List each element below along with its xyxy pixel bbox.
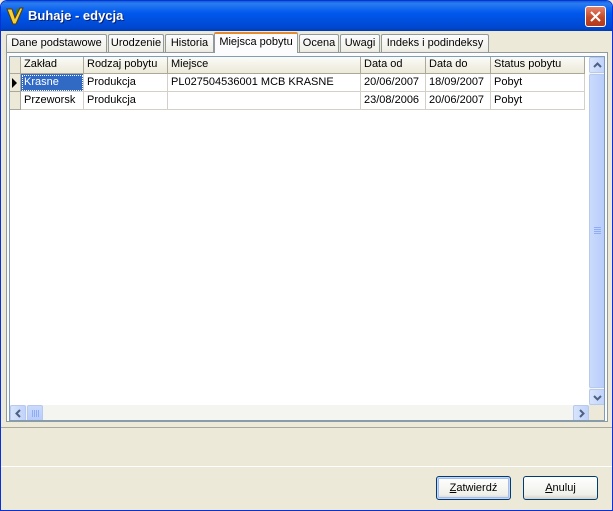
chevron-up-icon (593, 62, 602, 68)
grip-icon (32, 410, 39, 417)
table-row[interactable]: Przeworsk Produkcja 23/08/2006 20/06/200… (10, 92, 585, 110)
grid-body: Krasne Produkcja PL027504536001 MCB KRAS… (10, 74, 585, 110)
dialog-window: Buhaje - edycja Dane podstawowe Urodzeni… (0, 0, 613, 511)
column-header-zaklad[interactable]: Zakład (21, 57, 84, 74)
row-indicator-header (10, 57, 21, 74)
grid-header: Zakład Rodzaj pobytu Miejsce Data od Dat… (10, 57, 585, 74)
column-header-data-od[interactable]: Data od (361, 57, 426, 74)
data-grid[interactable]: Zakład Rodzaj pobytu Miejsce Data od Dat… (9, 56, 605, 421)
cell-data-od[interactable]: 23/08/2006 (361, 92, 426, 110)
row-pointer-icon (12, 78, 17, 88)
chevron-down-icon (593, 395, 602, 401)
scroll-right-button[interactable] (573, 405, 589, 420)
current-row-indicator[interactable] (10, 74, 21, 92)
tab-indeks-i-podindeksy[interactable]: Indeks i podindeksy (381, 34, 489, 52)
horizontal-scroll-thumb[interactable] (27, 405, 43, 420)
table-row[interactable]: Krasne Produkcja PL027504536001 MCB KRAS… (10, 74, 585, 92)
scrollbar-corner (589, 405, 604, 420)
cell-miejsce[interactable] (168, 92, 361, 110)
tab-dane-podstawowe[interactable]: Dane podstawowe (6, 34, 107, 52)
row-indicator[interactable] (10, 92, 21, 110)
cell-zaklad[interactable]: Przeworsk (21, 92, 84, 110)
confirm-button[interactable]: Zatwierdź (436, 476, 511, 500)
cell-rodzaj-pobytu[interactable]: Produkcja (84, 92, 168, 110)
app-v-logo-icon (6, 7, 24, 25)
close-icon (590, 11, 601, 22)
horizontal-scrollbar[interactable] (10, 405, 589, 420)
cell-miejsce[interactable]: PL027504536001 MCB KRASNE (168, 74, 361, 92)
cell-zaklad[interactable]: Krasne (21, 74, 84, 92)
confirm-label: atwierdź (456, 482, 498, 494)
vertical-scrollbar[interactable] (589, 57, 604, 405)
cell-status-pobytu[interactable]: Pobyt (491, 92, 585, 110)
scroll-up-button[interactable] (589, 57, 604, 73)
status-strip (1, 427, 612, 467)
column-header-miejsce[interactable]: Miejsce (168, 57, 361, 74)
close-button[interactable] (585, 6, 606, 27)
column-header-data-do[interactable]: Data do (426, 57, 491, 74)
scroll-left-button[interactable] (10, 405, 26, 420)
tab-urodzenie[interactable]: Urodzenie (108, 34, 164, 52)
tab-historia[interactable]: Historia (165, 34, 214, 52)
vertical-scroll-thumb[interactable] (589, 74, 604, 388)
window-title: Buhaje - edycja (28, 8, 124, 23)
cell-data-do[interactable]: 20/06/2007 (426, 92, 491, 110)
column-header-rodzaj-pobytu[interactable]: Rodzaj pobytu (84, 57, 168, 74)
title-bar[interactable]: Buhaje - edycja (1, 1, 612, 31)
chevron-right-icon (579, 409, 585, 418)
scroll-down-button[interactable] (589, 389, 604, 405)
cell-rodzaj-pobytu[interactable]: Produkcja (84, 74, 168, 92)
cancel-label: nuluj (552, 482, 576, 494)
cell-status-pobytu[interactable]: Pobyt (491, 74, 585, 92)
cell-data-do[interactable]: 18/09/2007 (426, 74, 491, 92)
grip-icon (594, 227, 601, 235)
tab-uwagi[interactable]: Uwagi (340, 34, 380, 52)
column-header-status-pobytu[interactable]: Status pobytu (491, 57, 585, 74)
chevron-left-icon (15, 409, 21, 418)
tab-miejsca-pobytu[interactable]: Miejsca pobytu (214, 32, 298, 53)
cancel-button[interactable]: Anuluj (523, 476, 598, 500)
tab-ocena[interactable]: Ocena (299, 34, 339, 52)
cancel-mnemonic: A (545, 482, 553, 494)
cell-data-od[interactable]: 20/06/2007 (361, 74, 426, 92)
